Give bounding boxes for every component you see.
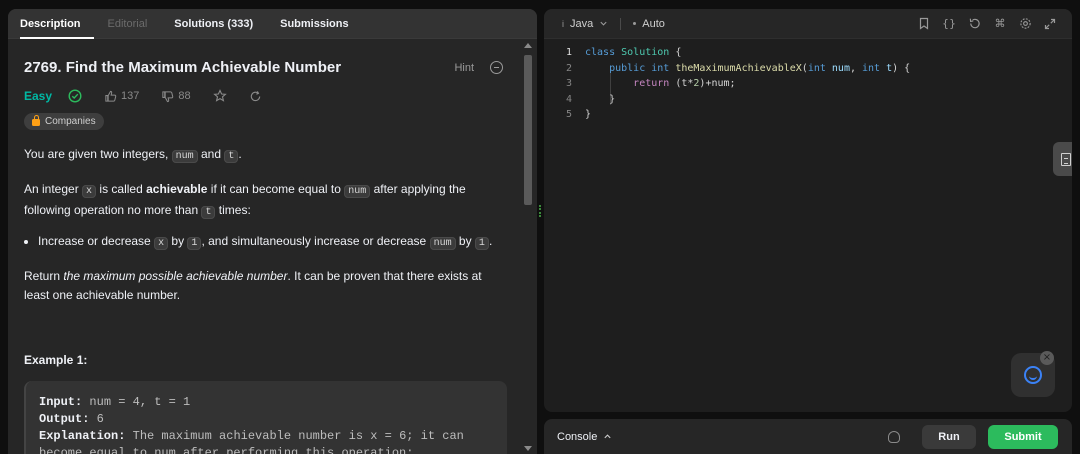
operation-list: Increase or decrease x by 1, and simulta… (24, 232, 507, 253)
problem-tabs: Description Editorial Solutions (333) Su… (8, 9, 537, 39)
thumbs-down-icon (162, 90, 174, 102)
scroll-up-arrow-icon[interactable] (524, 43, 532, 48)
description-paragraph-1: You are given two integers, num and t. (24, 147, 242, 163)
console-bar: Console Run Submit (544, 419, 1072, 454)
code-line: public int theMaximumAchievableX(int num… (609, 62, 911, 74)
close-icon[interactable]: × (1040, 351, 1054, 365)
code-line: return (t*2)+num; (633, 78, 736, 89)
chevron-down-icon (600, 21, 607, 26)
run-button[interactable]: Run (922, 424, 976, 449)
problem-title: 2769. Find the Maximum Achievable Number (24, 59, 342, 76)
app-root: Description Editorial Solutions (333) Su… (0, 0, 1080, 454)
notes-side-button[interactable] (1053, 142, 1072, 176)
dot-icon (633, 22, 637, 25)
code-line: } (585, 93, 616, 105)
line-number: 1 (565, 47, 572, 58)
tab-submissions[interactable]: Submissions (280, 9, 361, 39)
tab-description[interactable]: Description (20, 9, 94, 39)
list-item: Increase or decrease x by 1, and simulta… (38, 232, 507, 253)
scroll-thumb[interactable] (524, 55, 532, 205)
line-number: 5 (565, 109, 572, 120)
line-number: 4 (565, 93, 572, 105)
dislike-button[interactable]: 88 (161, 90, 191, 103)
document-icon (1061, 152, 1071, 166)
line-number: 2 (565, 62, 572, 74)
tab-editorial[interactable]: Editorial (108, 9, 161, 39)
inline-code: num (171, 150, 198, 163)
inline-code: t (201, 206, 216, 219)
debug-icon[interactable] (888, 430, 900, 443)
tab-solutions[interactable]: Solutions (333) (174, 9, 266, 39)
submit-button[interactable]: Submit (988, 424, 1058, 449)
like-button[interactable]: 137 (104, 90, 139, 103)
code-editor-panel: i Java Auto {} ⌘ 1 2 3 4 5 class Solutio… (544, 9, 1072, 412)
scroll-down-arrow-icon[interactable] (524, 446, 532, 451)
language-selector[interactable]: i Java (562, 18, 608, 30)
mode-label: Auto (642, 17, 665, 30)
solved-check-icon (68, 89, 82, 103)
autocomplete-mode[interactable]: Auto (633, 18, 665, 30)
line-number: 3 (565, 78, 572, 89)
description-paragraph-3: Return the maximum possible achievable n… (24, 269, 482, 302)
description-paragraph-2: An integer x is called achievable if it … (24, 182, 466, 219)
favorite-star-icon[interactable] (212, 89, 227, 103)
code-line: } (585, 109, 592, 120)
info-icon: i (562, 18, 564, 29)
more-options-icon[interactable] (490, 61, 503, 74)
companies-label: Companies (45, 116, 96, 127)
dislike-count: 88 (178, 90, 191, 102)
inline-code: x (82, 185, 97, 198)
thumbs-up-icon (105, 90, 117, 102)
inline-code: t (224, 150, 239, 163)
format-braces-icon[interactable]: {} (942, 17, 956, 31)
chat-icon (1024, 366, 1042, 384)
resize-grip-icon[interactable] (539, 205, 541, 217)
description-scrollbar[interactable] (523, 40, 532, 454)
like-count: 137 (121, 90, 140, 102)
difficulty-badge: Easy (24, 89, 53, 103)
lock-icon (32, 115, 40, 126)
console-toggle[interactable]: Console (557, 431, 612, 443)
inline-code: num (344, 185, 371, 198)
console-label: Console (557, 430, 598, 443)
problem-panel: Description Editorial Solutions (333) Su… (8, 9, 537, 454)
editor-toolbar: i Java Auto {} ⌘ (544, 9, 1072, 39)
hint-button[interactable]: Hint (454, 62, 474, 74)
problem-meta: Easy 137 88 (24, 89, 507, 103)
bookmark-icon[interactable] (918, 17, 930, 30)
shortcuts-icon[interactable]: ⌘ (993, 17, 1007, 31)
companies-tag[interactable]: Companies (24, 113, 104, 130)
chevron-up-icon (604, 434, 611, 439)
problem-content: 2769. Find the Maximum Achievable Number… (8, 40, 523, 454)
reset-icon[interactable] (249, 90, 262, 103)
code-line: class Solution { (585, 47, 682, 58)
fullscreen-icon[interactable] (1044, 18, 1056, 30)
undo-icon[interactable] (968, 17, 981, 30)
example-box: Input: num = 4, t = 1 Output: 6 Explanat… (24, 381, 507, 454)
example-title: Example 1: (24, 353, 88, 367)
gear-icon[interactable] (1019, 17, 1032, 30)
language-label: Java (570, 17, 594, 30)
